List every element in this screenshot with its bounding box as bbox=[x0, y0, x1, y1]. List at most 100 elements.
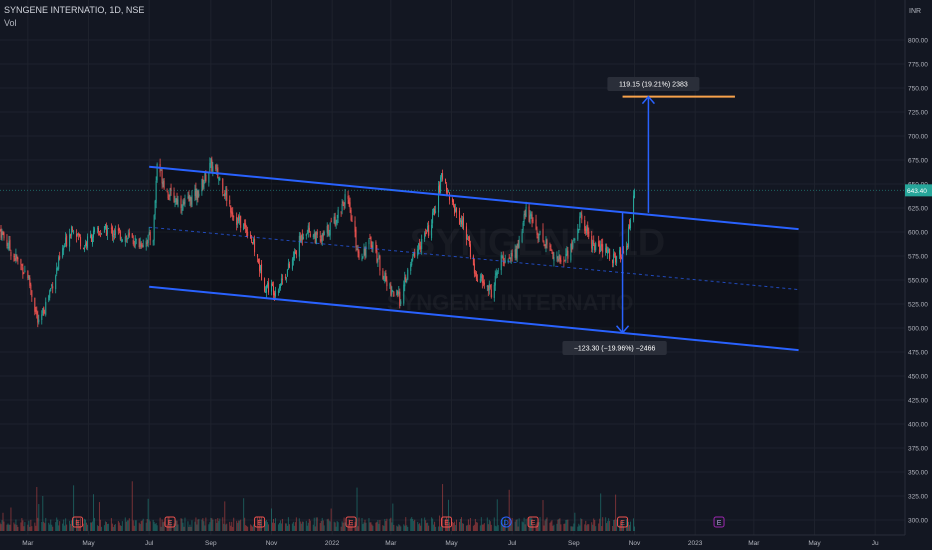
volume-bar bbox=[426, 523, 428, 531]
price-tick-label: 450.00 bbox=[908, 374, 928, 381]
candle bbox=[72, 229, 74, 230]
volume-bar bbox=[342, 522, 344, 531]
candle bbox=[581, 214, 583, 220]
volume-bar bbox=[138, 522, 140, 531]
candle bbox=[326, 226, 328, 233]
candle bbox=[620, 248, 622, 258]
volume-bar bbox=[251, 525, 253, 531]
volume-bar bbox=[190, 526, 192, 531]
candle bbox=[59, 255, 61, 259]
volume-bar bbox=[496, 499, 498, 531]
volume-bar bbox=[97, 526, 99, 531]
volume-bar bbox=[196, 524, 198, 531]
candle bbox=[96, 228, 98, 230]
candle bbox=[556, 256, 558, 259]
candle bbox=[154, 200, 156, 215]
volume-bar bbox=[223, 523, 225, 531]
candle bbox=[537, 237, 539, 239]
candle bbox=[216, 168, 218, 171]
volume-bar bbox=[546, 517, 548, 531]
candle bbox=[538, 233, 540, 240]
candle bbox=[135, 239, 137, 241]
candle bbox=[584, 220, 586, 231]
volume-bar bbox=[473, 524, 475, 531]
volume-bar bbox=[483, 523, 485, 531]
candle bbox=[48, 295, 50, 301]
volume-bar bbox=[392, 503, 394, 531]
candle bbox=[362, 257, 364, 259]
price-chart[interactable]: SYNGENE, 1DSYNGENE INTERNATIO119.15 (19.… bbox=[0, 0, 932, 550]
volume-bar bbox=[238, 520, 240, 531]
volume-bar bbox=[294, 522, 296, 531]
volume-bar bbox=[626, 519, 628, 531]
volume-bar bbox=[411, 517, 413, 531]
volume-bar bbox=[91, 521, 93, 531]
volume-bar bbox=[566, 519, 568, 531]
volume-bar bbox=[159, 517, 161, 531]
candle bbox=[272, 285, 274, 296]
volume-bar bbox=[301, 521, 303, 531]
candle bbox=[370, 236, 372, 247]
volume-bar bbox=[302, 521, 304, 531]
volume-bar bbox=[452, 522, 454, 531]
candle bbox=[391, 290, 393, 295]
volume-bar bbox=[580, 518, 582, 531]
volume-bar bbox=[98, 502, 100, 531]
volume-bar bbox=[633, 526, 635, 531]
candle bbox=[455, 207, 457, 213]
volume-bar bbox=[293, 525, 295, 531]
candle bbox=[163, 180, 165, 189]
candle bbox=[175, 198, 177, 203]
volume-bar bbox=[43, 521, 45, 531]
volume-bar bbox=[48, 522, 50, 531]
candle bbox=[236, 216, 238, 225]
candle bbox=[134, 237, 136, 246]
candle bbox=[196, 188, 198, 200]
candle bbox=[258, 258, 260, 263]
volume-bar bbox=[455, 519, 457, 531]
candle bbox=[357, 248, 359, 253]
candle bbox=[396, 289, 398, 296]
candle bbox=[371, 245, 373, 249]
candle bbox=[87, 236, 89, 248]
volume-bar bbox=[605, 517, 607, 531]
candle bbox=[307, 225, 309, 234]
candle bbox=[22, 267, 24, 275]
candle bbox=[259, 263, 261, 272]
time-tick-label: May bbox=[445, 540, 458, 547]
candle bbox=[0, 229, 1, 231]
candle bbox=[6, 239, 8, 246]
candle bbox=[404, 277, 406, 287]
candle bbox=[369, 237, 371, 239]
volume-bar bbox=[417, 521, 419, 531]
volume-bar bbox=[113, 524, 115, 531]
candle bbox=[52, 286, 54, 289]
symbol-title[interactable]: SYNGENE INTERNATIO, 1D, NSE bbox=[4, 5, 144, 15]
candle bbox=[50, 288, 52, 292]
volume-bar bbox=[607, 521, 609, 531]
candle bbox=[476, 279, 478, 282]
volume-bar bbox=[313, 517, 315, 531]
volume-bar bbox=[497, 525, 499, 531]
candle bbox=[55, 275, 57, 290]
volume-bar bbox=[280, 523, 282, 531]
volume-bar bbox=[86, 522, 88, 531]
candle bbox=[465, 226, 467, 240]
down-measure-label: −123.30 (−19.96%) −2466 bbox=[574, 346, 656, 353]
volume-bar bbox=[90, 522, 92, 531]
candle bbox=[382, 270, 384, 280]
volume-bar bbox=[140, 521, 142, 531]
volume-bar bbox=[514, 521, 516, 531]
candle bbox=[320, 239, 322, 242]
volume-bar bbox=[567, 519, 569, 531]
candle bbox=[375, 242, 377, 252]
candle bbox=[528, 206, 530, 222]
candle bbox=[323, 231, 325, 236]
candle bbox=[486, 285, 488, 287]
volume-bar bbox=[486, 517, 488, 531]
volume-bar bbox=[284, 523, 286, 531]
candle bbox=[288, 263, 290, 268]
candle bbox=[286, 269, 288, 277]
volume-bar bbox=[100, 526, 102, 531]
candle bbox=[292, 256, 294, 261]
